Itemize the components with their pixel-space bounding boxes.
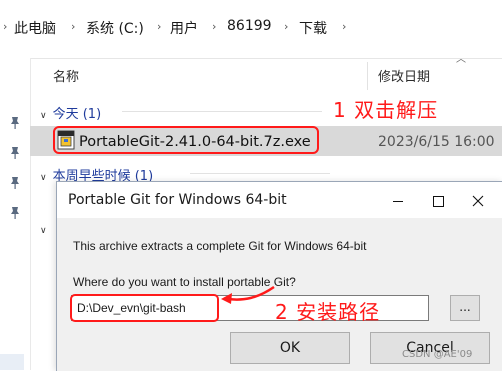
file-modified-date: 2023/6/15 16:00	[378, 134, 495, 150]
group-divider	[122, 111, 322, 112]
breadcrumb-this-pc[interactable]: 此电脑	[14, 18, 56, 38]
chevron-right-icon[interactable]: ›	[212, 20, 216, 33]
maximize-button[interactable]	[419, 182, 457, 218]
breadcrumb-users[interactable]: 用户	[170, 18, 198, 38]
portable-git-dialog: Portable Git for Windows 64-bit This arc…	[56, 181, 502, 371]
pin-icon[interactable]	[8, 116, 22, 130]
highlight-box-file	[53, 126, 319, 154]
breadcrumb-system-c[interactable]: 系统 (C:)	[86, 18, 144, 38]
dialog-titlebar[interactable]: Portable Git for Windows 64-bit	[57, 182, 502, 218]
chevron-down-icon: ∨	[40, 111, 47, 121]
nav-item-selected[interactable]	[0, 354, 24, 370]
chevron-down-icon[interactable]: ∨	[40, 226, 47, 236]
chevron-right-icon[interactable]: ›	[284, 20, 288, 33]
group-divider	[190, 173, 330, 174]
annotation-step1: 1 双击解压	[333, 98, 439, 122]
dialog-title: Portable Git for Windows 64-bit	[68, 192, 287, 208]
group-header-today[interactable]: ∨ 今天 (1)	[40, 103, 101, 122]
column-header-name[interactable]: 名称	[53, 66, 79, 85]
minimize-button[interactable]	[379, 182, 417, 218]
pin-icon[interactable]	[8, 146, 22, 160]
pin-icon[interactable]	[8, 176, 22, 190]
column-header-modified[interactable]: 修改日期	[378, 66, 430, 85]
group-label: 今天 (1)	[52, 107, 102, 122]
chevron-right-icon: ›	[3, 20, 8, 33]
breadcrumb-downloads[interactable]: 下载	[299, 18, 327, 38]
chevron-right-icon[interactable]: ›	[157, 20, 161, 33]
pin-icon[interactable]	[8, 206, 22, 220]
ok-button[interactable]: OK	[230, 332, 350, 364]
watermark: CSDN @AE'09	[402, 349, 473, 360]
chevron-down-icon: ∨	[40, 173, 47, 183]
sort-chevron-icon[interactable]: ︿	[456, 50, 466, 65]
navigation-pane	[0, 58, 31, 370]
close-icon	[472, 195, 484, 207]
highlight-box-path	[70, 294, 219, 322]
column-divider[interactable]	[367, 62, 368, 90]
maximize-icon	[433, 196, 444, 207]
dialog-description: This archive extracts a complete Git for…	[73, 239, 367, 253]
chevron-right-icon[interactable]: ›	[342, 20, 346, 33]
annotation-arrow-icon	[221, 285, 275, 304]
close-button[interactable]	[459, 182, 497, 218]
minimize-icon	[393, 201, 403, 202]
breadcrumb-user-folder[interactable]: 86199	[227, 18, 272, 34]
chevron-right-icon[interactable]: ›	[71, 20, 75, 33]
annotation-step2: 2 安装路径	[275, 300, 381, 324]
address-bar[interactable]: › 此电脑 › 系统 (C:) › 用户 › 86199 › 下载 ›	[0, 0, 502, 59]
browse-button[interactable]: ...	[450, 295, 480, 321]
